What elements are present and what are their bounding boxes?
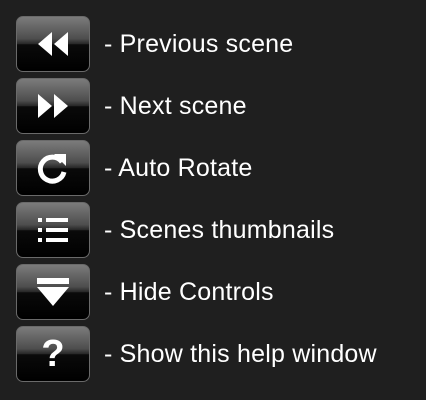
help-item-show-help: ? - Show this help window	[16, 326, 377, 382]
scenes-thumbnails-button[interactable]	[16, 202, 90, 258]
rotate-icon	[35, 150, 71, 186]
rewind-icon	[36, 30, 70, 58]
help-panel: - Previous scene - Next scene - Auto Rot…	[0, 0, 426, 400]
hide-triangle-icon	[35, 276, 71, 308]
previous-scene-label: - Previous scene	[104, 29, 294, 58]
help-item-auto-rotate: - Auto Rotate	[16, 140, 253, 196]
show-help-button[interactable]: ?	[16, 326, 90, 382]
help-item-previous-scene: - Previous scene	[16, 16, 293, 72]
previous-scene-button[interactable]	[16, 16, 90, 72]
list-icon	[36, 216, 70, 244]
help-item-next-scene: - Next scene	[16, 78, 247, 134]
help-item-hide-controls: - Hide Controls	[16, 264, 274, 320]
next-scene-button[interactable]	[16, 78, 90, 134]
hide-controls-label: - Hide Controls	[104, 277, 274, 306]
next-scene-label: - Next scene	[104, 91, 247, 120]
help-item-scenes-thumbnails: - Scenes thumbnails	[16, 202, 334, 258]
fast-forward-icon	[36, 92, 70, 120]
auto-rotate-button[interactable]	[16, 140, 90, 196]
auto-rotate-label: - Auto Rotate	[104, 153, 253, 182]
question-mark-icon: ?	[41, 333, 65, 375]
show-help-label: - Show this help window	[104, 339, 377, 368]
hide-controls-button[interactable]	[16, 264, 90, 320]
scenes-thumbnails-label: - Scenes thumbnails	[104, 215, 335, 244]
